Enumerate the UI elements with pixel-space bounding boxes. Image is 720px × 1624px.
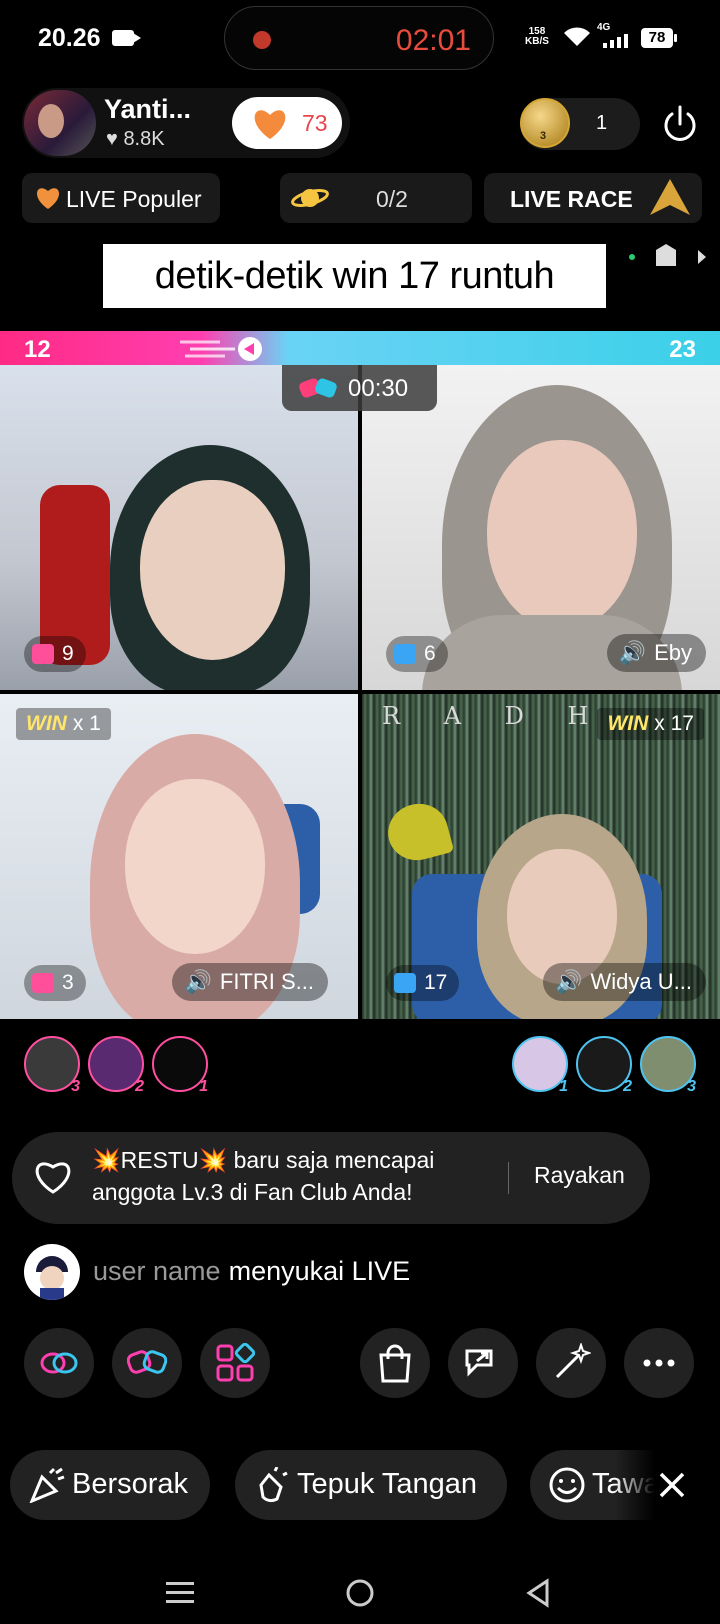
host-likes: ♥ 8.8K <box>106 128 165 150</box>
guest-video-2[interactable]: 6 🔊 Eby <box>362 365 720 690</box>
clock: 20.26 <box>38 24 101 52</box>
grid-icon <box>216 1343 255 1382</box>
streak-icon <box>180 337 262 361</box>
fan-club-button[interactable]: 3 1 <box>520 98 640 150</box>
mini-controls[interactable] <box>620 244 720 270</box>
link-icon <box>40 1352 78 1374</box>
live-race-chip[interactable]: LIVE RACE <box>484 173 702 223</box>
guest-name-tag[interactable]: 🔊 FITRI S... <box>172 963 328 1001</box>
wifi-icon <box>564 27 590 46</box>
follow-heart-button[interactable]: 73 <box>232 97 342 149</box>
planet-icon <box>291 189 329 207</box>
battery-icon: 78 <box>641 28 677 48</box>
supporter-avatar[interactable]: 3 <box>640 1036 696 1095</box>
commenter-avatar[interactable] <box>24 1244 80 1300</box>
more-icon <box>643 1359 675 1367</box>
planet-progress-chip[interactable]: 0/2 <box>280 173 472 223</box>
heart-outline-icon <box>35 1162 71 1194</box>
system-nav-bar <box>0 1560 720 1624</box>
comment-text: menyukai LIVE <box>228 1256 411 1286</box>
back-icon[interactable] <box>525 1578 551 1608</box>
supporter-avatar[interactable]: 1 <box>152 1036 208 1095</box>
gift-icon <box>32 644 54 664</box>
heart-icon <box>36 188 60 209</box>
apps-button[interactable] <box>200 1328 270 1398</box>
gift-icon <box>394 973 416 993</box>
speaker-icon: 🔊 <box>618 640 647 665</box>
comment-user[interactable]: user name <box>93 1256 221 1286</box>
host-info[interactable]: Yanti... ♥ 8.8K 73 <box>22 88 350 158</box>
effects-button[interactable] <box>536 1328 606 1398</box>
battle-score-bar: 12 23 <box>0 331 720 365</box>
fan-club-count: 1 <box>596 112 608 134</box>
gift-icon <box>32 973 54 993</box>
shop-button[interactable] <box>360 1328 430 1398</box>
heart-balloon <box>381 797 455 867</box>
host-name: Yanti... <box>104 94 192 124</box>
comment-line: user name menyukai LIVE <box>93 1256 410 1287</box>
gift-counter[interactable]: 17 <box>386 965 460 1001</box>
fan-club-badge-icon: 3 <box>520 98 570 148</box>
win-streak-badge: WIN x 17 <box>597 708 704 740</box>
more-button[interactable] <box>624 1328 694 1398</box>
heart-icon <box>254 110 286 139</box>
share-button[interactable] <box>448 1328 518 1398</box>
multi-guest-button[interactable] <box>24 1328 94 1398</box>
speaker-icon: 🔊 <box>555 969 583 994</box>
guest-name-tag[interactable]: 🔊 Eby <box>606 634 706 672</box>
close-icon[interactable] <box>655 1468 689 1502</box>
notification-text: 💥RESTU💥 baru saja mencapai anggota Lv.3 … <box>92 1147 435 1205</box>
battle-gloves-icon <box>299 378 337 398</box>
battle-gloves-icon <box>127 1350 167 1374</box>
gift-counter[interactable]: 3 <box>24 965 86 1001</box>
gift-counter[interactable]: 9 <box>24 636 86 672</box>
race-arrow-icon <box>650 179 690 215</box>
heart-count: 73 <box>302 110 328 136</box>
battle-button[interactable] <box>112 1328 182 1398</box>
guest-name-tag[interactable]: 🔊 Widya U... <box>543 963 706 1001</box>
gift-icon <box>394 644 416 664</box>
speaker-icon: 🔊 <box>184 969 212 994</box>
supporter-avatar[interactable]: 2 <box>576 1036 632 1095</box>
gift-counter[interactable]: 6 <box>386 636 448 672</box>
signal-icon <box>603 34 628 48</box>
stream-caption: detik-detik win 17 runtuh <box>103 244 606 308</box>
guest-video-4[interactable]: R A D H WIN x 17 17 🔊 Widya U... <box>362 694 720 1019</box>
party-popper-icon <box>29 1467 65 1503</box>
smile-icon <box>549 1467 585 1503</box>
share-icon <box>465 1349 493 1377</box>
clap-icon <box>259 1467 288 1503</box>
fan-club-notification[interactable]: 💥RESTU💥 baru saja mencapai anggota Lv.3 … <box>12 1132 650 1224</box>
network-speed: 158 KB/S <box>525 26 549 47</box>
host-avatar[interactable] <box>24 90 96 156</box>
celebrate-button[interactable]: Rayakan <box>534 1162 625 1189</box>
status-bar: 20.26 02:01 158 KB/S 4G 78 <box>0 0 720 80</box>
supporter-avatar[interactable]: 2 <box>88 1036 144 1095</box>
reaction-cheer[interactable]: Bersorak <box>10 1450 210 1520</box>
reaction-clap[interactable]: Tepuk Tangan <box>235 1450 507 1520</box>
camera-icon <box>112 30 141 46</box>
shopping-bag-icon <box>379 1344 411 1383</box>
home-icon[interactable] <box>345 1578 375 1608</box>
win-streak-badge: WIN x 1 <box>16 708 111 740</box>
divider <box>508 1162 509 1194</box>
network-type: 4G <box>597 22 611 33</box>
guest-video-1[interactable]: 9 <box>0 365 358 690</box>
power-icon[interactable] <box>660 104 700 144</box>
guest-video-3[interactable]: WIN x 1 3 🔊 FITRI S... <box>0 694 358 1019</box>
right-team-score: 23 <box>669 336 696 363</box>
record-dot-icon <box>253 31 271 49</box>
battle-timer: 00:30 <box>282 365 437 411</box>
record-timer: 02:01 <box>395 24 471 57</box>
supporter-avatar[interactable]: 1 <box>512 1036 568 1095</box>
left-team-score: 12 <box>24 336 51 363</box>
menu-icon[interactable] <box>166 1580 194 1604</box>
screen-record-pill[interactable]: 02:01 <box>224 6 494 70</box>
magic-wand-icon <box>555 1343 591 1379</box>
supporter-avatar[interactable]: 3 <box>24 1036 80 1095</box>
live-popular-chip[interactable]: LIVE Populer <box>22 173 220 223</box>
